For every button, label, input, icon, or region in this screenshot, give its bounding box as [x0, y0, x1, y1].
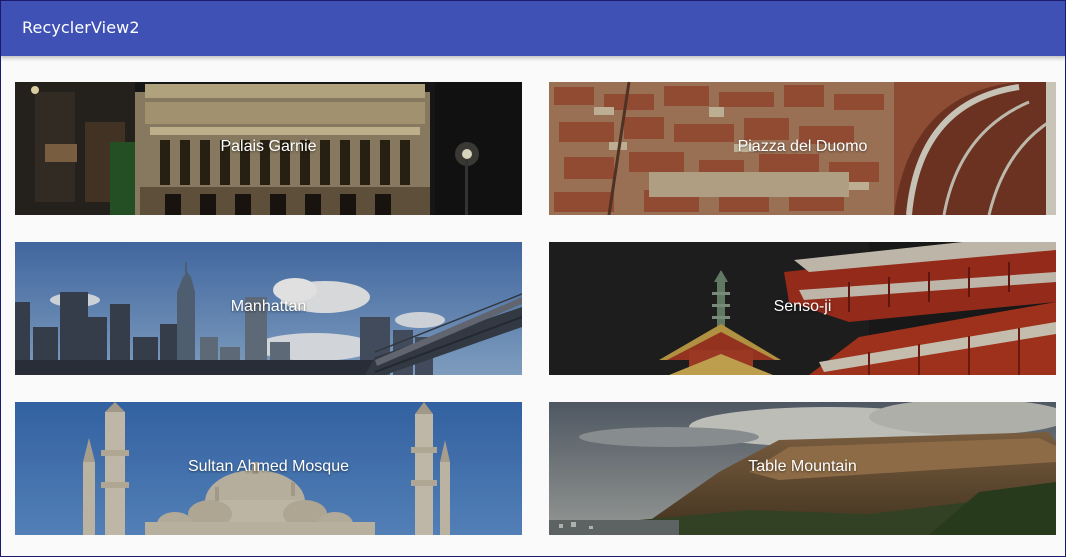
recycler-grid[interactable]: Palais Garnie Piazza del Duomo Manhattan…	[15, 82, 1056, 535]
card-label: Manhattan	[230, 298, 307, 315]
card-label: Table Mountain	[748, 458, 857, 475]
app-bar: RecyclerView2	[0, 0, 1066, 56]
app-title: RecyclerView2	[22, 18, 140, 37]
card-label: Sultan Ahmed Mosque	[188, 458, 349, 475]
card-piazza-del-duomo[interactable]: Piazza del Duomo	[549, 82, 1056, 215]
card-table-mountain[interactable]: Table Mountain	[549, 402, 1056, 535]
card-label: Piazza del Duomo	[737, 138, 868, 155]
card-label: Senso-ji	[773, 298, 832, 315]
card-palais-garnier[interactable]: Palais Garnie	[15, 82, 522, 215]
card-label: Palais Garnie	[220, 138, 317, 155]
card-senso-ji[interactable]: Senso-ji	[549, 242, 1056, 375]
card-manhattan[interactable]: Manhattan	[15, 242, 522, 375]
card-sultan-ahmed-mosque[interactable]: Sultan Ahmed Mosque	[15, 402, 522, 535]
